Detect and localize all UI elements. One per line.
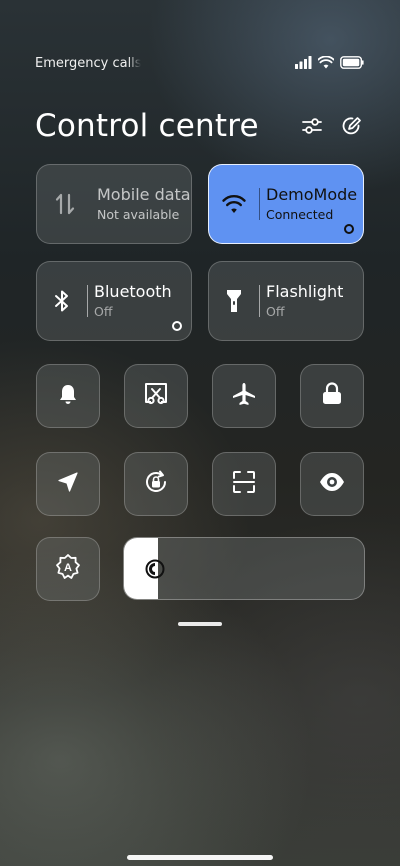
svg-text:A: A [64, 562, 72, 574]
bluetooth-tile[interactable]: Bluetooth Off [36, 261, 192, 341]
page-title: Control centre [35, 108, 259, 144]
mobile-data-icon [37, 192, 93, 216]
airplane-toggle[interactable] [212, 364, 276, 428]
carrier-text: Emergency calls only [35, 55, 141, 71]
bell-icon [56, 382, 80, 410]
status-icons [295, 54, 364, 73]
screenshot-toggle[interactable] [124, 364, 188, 428]
flashlight-tile[interactable]: Flashlight Off [208, 261, 364, 341]
mobile-data-tile[interactable]: Mobile data Not available [36, 164, 192, 244]
wifi-icon [209, 193, 259, 215]
location-icon [56, 470, 80, 498]
flashlight-title: Flashlight [266, 281, 344, 301]
wifi-tile[interactable]: DemoMode Connected [208, 164, 364, 244]
flashlight-icon [209, 288, 259, 314]
status-bar: Emergency calls only [35, 53, 364, 73]
airplane-icon [231, 381, 257, 411]
auto-brightness-toggle[interactable]: A [36, 537, 100, 601]
bluetooth-more-indicator[interactable] [172, 321, 182, 331]
silent-toggle[interactable] [36, 364, 100, 428]
brightness-slider[interactable] [123, 537, 365, 600]
bluetooth-icon [37, 289, 87, 313]
reading-mode-toggle[interactable] [300, 452, 364, 516]
eye-icon [318, 471, 346, 497]
flashlight-status: Off [266, 303, 285, 319]
scanner-icon [231, 469, 257, 499]
mobile-data-status: Not available [97, 206, 180, 222]
bluetooth-title: Bluetooth [94, 281, 172, 301]
home-indicator[interactable] [127, 855, 273, 860]
edit-icon[interactable] [340, 114, 364, 138]
location-toggle[interactable] [36, 452, 100, 516]
scanner-toggle[interactable] [212, 452, 276, 516]
rotation-lock-icon [142, 468, 170, 500]
sliders-icon[interactable] [300, 114, 324, 138]
wifi-network-name: DemoMode [266, 184, 358, 204]
battery-icon [340, 54, 364, 73]
lock-icon [320, 381, 344, 411]
brightness-icon [144, 558, 166, 584]
lock-toggle[interactable] [300, 364, 364, 428]
wifi-status: Connected [266, 206, 334, 222]
header: Control centre [35, 104, 364, 148]
rotation-lock-toggle[interactable] [124, 452, 188, 516]
wifi-icon [317, 54, 335, 73]
wifi-more-indicator[interactable] [344, 224, 354, 234]
drag-handle[interactable] [178, 622, 222, 626]
mobile-data-title: Mobile data [97, 184, 191, 204]
signal-icon [295, 54, 312, 73]
bluetooth-status: Off [94, 303, 113, 319]
auto-brightness-icon: A [54, 553, 82, 585]
screenshot-icon [143, 381, 169, 411]
header-actions [300, 114, 364, 138]
